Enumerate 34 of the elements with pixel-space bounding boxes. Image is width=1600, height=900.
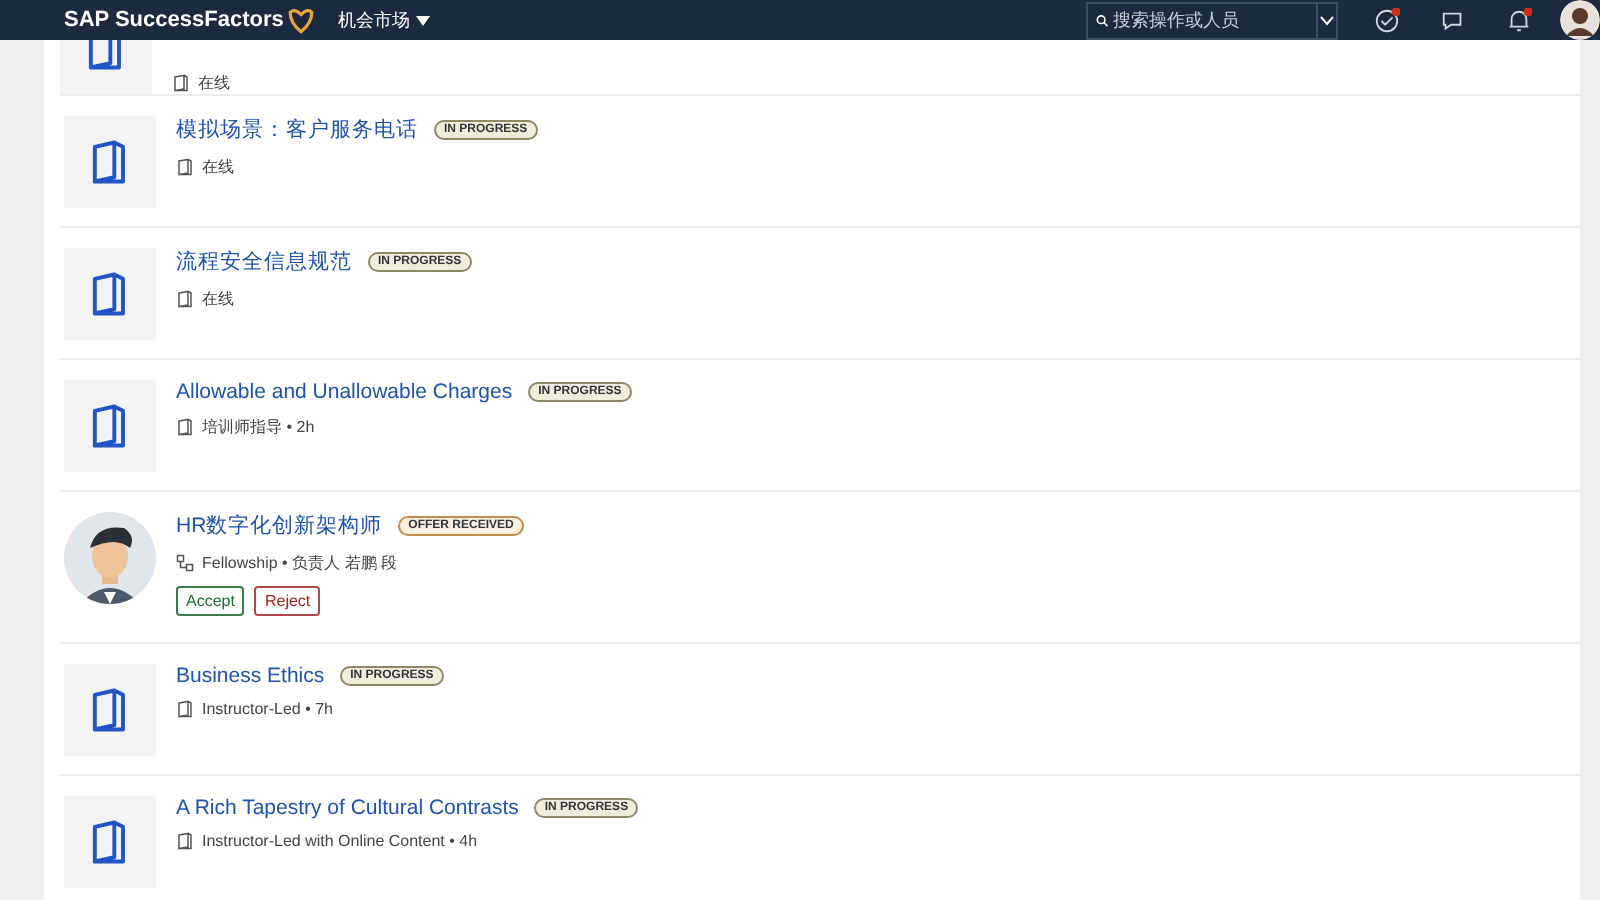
item-title-link[interactable]: HR数字化创新架构师: [176, 512, 383, 540]
chat-icon[interactable]: [1439, 7, 1466, 33]
item-meta: Instructor-Led • 7h: [202, 700, 333, 718]
book-icon: [172, 74, 190, 92]
search-field[interactable]: 搜索操作或人员: [1108, 10, 1317, 30]
item-meta: 培训师指导 • 2h: [202, 416, 315, 438]
nav-menu[interactable]: 机会市场: [337, 7, 430, 33]
item-title-link[interactable]: 流程安全信息规范: [176, 248, 352, 276]
item-meta: 在线: [202, 288, 234, 310]
book-icon: [176, 290, 194, 308]
book-icon: [176, 832, 194, 850]
item-meta: 在线: [202, 156, 234, 178]
user-avatar[interactable]: [1559, 0, 1600, 40]
item-title-link[interactable]: Allowable and Unallowable Charges: [176, 380, 513, 404]
app-logo[interactable]: SAP SuccessFactors: [64, 8, 284, 32]
item-title-link[interactable]: 模拟场景：客户服务电话: [176, 116, 418, 144]
accept-button[interactable]: Accept: [176, 586, 245, 616]
reject-button[interactable]: Reject: [254, 586, 321, 616]
item-meta: 在线: [198, 72, 230, 94]
item-title-link[interactable]: Business Ethics: [176, 664, 325, 688]
item-meta: Fellowship • 负责人 若鹏 段: [202, 552, 397, 574]
book-icon: [176, 418, 194, 436]
book-icon: [176, 700, 194, 718]
search-icon: [1095, 11, 1109, 29]
caret-icon: [415, 15, 430, 25]
org-chart-icon: [176, 554, 194, 572]
item-meta: Instructor-Led with Online Content • 4h: [202, 832, 478, 850]
item-title-link[interactable]: A Rich Tapestry of Cultural Contrasts: [176, 796, 519, 820]
check-circle-icon[interactable]: [1373, 7, 1400, 33]
bell-icon[interactable]: [1505, 7, 1532, 33]
search-bar[interactable]: 搜索操作或人员: [1085, 1, 1338, 39]
chevron-icon[interactable]: [1320, 15, 1335, 25]
heart-icon: [287, 7, 314, 33]
book-icon: [176, 158, 194, 176]
